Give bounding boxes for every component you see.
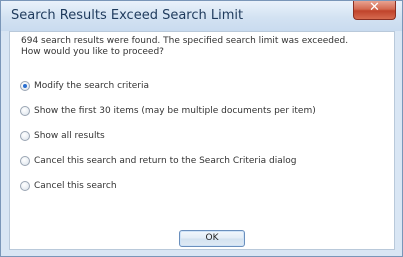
close-icon: ✕ bbox=[369, 0, 380, 15]
ok-button[interactable]: OK bbox=[179, 230, 245, 247]
radio-button-selected[interactable] bbox=[20, 81, 30, 91]
radio-button[interactable] bbox=[20, 181, 30, 191]
option-label: Cancel this search bbox=[34, 181, 117, 191]
dialog-window: Search Results Exceed Search Limit ✕ 694… bbox=[0, 0, 403, 257]
option-cancel-search[interactable]: Cancel this search bbox=[20, 179, 117, 193]
option-label: Show all results bbox=[34, 131, 105, 141]
radio-button[interactable] bbox=[20, 156, 30, 166]
option-label: Show the first 30 items (may be multiple… bbox=[34, 106, 316, 116]
option-show-first-30[interactable]: Show the first 30 items (may be multiple… bbox=[20, 104, 316, 118]
title-bar[interactable]: Search Results Exceed Search Limit ✕ bbox=[1, 0, 402, 31]
radio-button[interactable] bbox=[20, 131, 30, 141]
close-button[interactable]: ✕ bbox=[353, 0, 396, 20]
option-cancel-and-return[interactable]: Cancel this search and return to the Sea… bbox=[20, 154, 296, 168]
dialog-title: Search Results Exceed Search Limit bbox=[11, 8, 244, 23]
option-modify-criteria[interactable]: Modify the search criteria bbox=[20, 79, 149, 93]
option-show-all[interactable]: Show all results bbox=[20, 129, 105, 143]
message-line-1: 694 search results were found. The speci… bbox=[21, 36, 349, 46]
message-text: 694 search results were found. The speci… bbox=[21, 36, 381, 58]
message-line-2: How would you like to proceed? bbox=[21, 47, 164, 57]
option-label: Cancel this search and return to the Sea… bbox=[34, 156, 297, 166]
option-label: Modify the search criteria bbox=[34, 81, 150, 91]
radio-button[interactable] bbox=[20, 106, 30, 116]
